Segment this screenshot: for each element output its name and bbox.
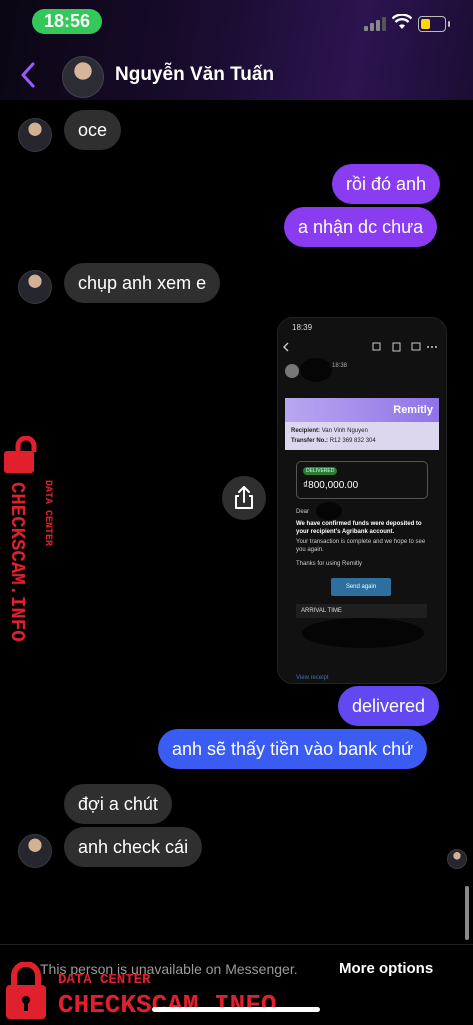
image-footer-link: View receipt	[296, 675, 329, 681]
image-recipient-label: Recipient:	[291, 428, 321, 434]
watermark-vertical-main: CHECKSCAM.INFO	[6, 482, 28, 642]
image-message[interactable]: 18:39 18:38 Remitly Recipient: Van Vinh …	[277, 317, 447, 684]
lock-icon	[4, 436, 37, 473]
message-bubble-incoming[interactable]: anh check cái	[64, 827, 203, 867]
contact-name[interactable]: Nguyễn Văn Tuấn	[115, 64, 274, 86]
message-bubble-outgoing[interactable]: rồi đó anh	[332, 164, 441, 204]
image-send-again-button: Send again	[331, 578, 391, 596]
image-amount: ₫800,000.00	[303, 480, 359, 491]
watermark-vertical-top: DATA CENTER	[42, 480, 53, 547]
scrollbar[interactable]	[465, 886, 469, 940]
image-status-time: 18:39	[292, 323, 313, 332]
message-bubble-outgoing[interactable]: delivered	[338, 686, 440, 726]
signal-icon	[364, 17, 386, 31]
image-mail-toolbar	[278, 340, 446, 354]
message-bubble-incoming[interactable]: đợi a chút	[64, 784, 172, 824]
home-indicator[interactable]	[152, 1007, 320, 1012]
lock-icon	[6, 962, 46, 1019]
image-recipient: Van Vinh Nguyen	[321, 428, 368, 434]
status-bar: 18:56	[0, 0, 473, 40]
image-transfer-no: R12 369 832 304	[329, 438, 376, 444]
battery-icon	[418, 16, 450, 32]
image-transfer-label: Transfer No.:	[291, 438, 329, 444]
message-bubble-incoming[interactable]: oce	[64, 110, 122, 150]
image-remitly-card: Remitly Recipient: Van Vinh Nguyen Trans…	[285, 398, 439, 450]
image-thanks-text: Thanks for using Remitly	[296, 561, 363, 567]
image-amount-box: DELIVERED ₫800,000.00	[296, 461, 428, 499]
status-time: 18:56	[32, 9, 102, 34]
share-icon	[235, 486, 253, 509]
image-sent-time: 18:38	[332, 363, 348, 369]
image-redaction	[316, 502, 342, 520]
back-chevron-icon[interactable]	[20, 62, 36, 88]
wifi-icon	[392, 14, 412, 29]
message-bubble-incoming[interactable]: chụp anh xem e	[64, 263, 221, 303]
image-redaction	[302, 618, 424, 648]
watermark-bottom-top: DATA CENTER	[58, 972, 151, 988]
sender-avatar[interactable]	[18, 834, 52, 868]
remitly-logo: Remitly	[393, 404, 433, 416]
image-delivered-badge: DELIVERED	[303, 467, 338, 475]
share-button[interactable]	[222, 476, 266, 520]
contact-avatar[interactable]	[62, 56, 104, 98]
watermark-bottom-main: CHECKSCAM.INFO	[58, 990, 277, 1020]
message-bubble-outgoing[interactable]: a nhận dc chưa	[284, 207, 438, 247]
seen-receipt-avatar	[447, 849, 467, 869]
image-arrival-label: ARRIVAL TIME	[296, 604, 427, 618]
sender-avatar[interactable]	[18, 118, 52, 152]
image-sender-avatar	[285, 364, 299, 378]
more-options-link[interactable]: More options	[339, 960, 433, 977]
sender-avatar[interactable]	[18, 270, 52, 304]
image-confirm-text: We have confirmed funds were deposited t…	[296, 521, 422, 535]
message-bubble-outgoing[interactable]: anh sẽ thấy tiền vào bank chứ	[158, 729, 428, 769]
image-redaction	[300, 358, 332, 382]
image-complete-text: Your transaction is complete and we hope…	[296, 539, 426, 553]
